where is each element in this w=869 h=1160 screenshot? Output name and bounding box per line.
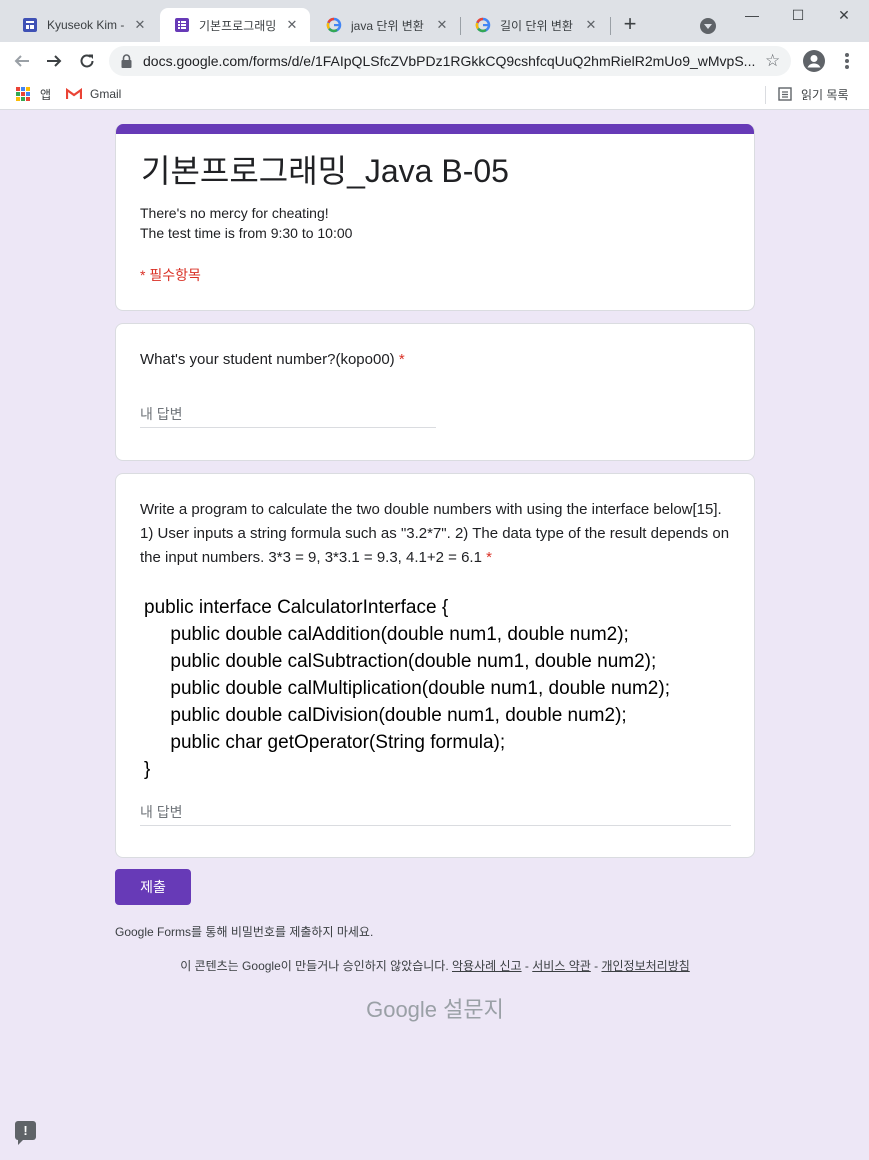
tab-length-search[interactable]: 길이 단위 변환 ✕ xyxy=(461,8,609,42)
new-tab-plus-icon[interactable]: + xyxy=(619,13,641,36)
lock-icon[interactable] xyxy=(121,54,132,73)
form-title: 기본프로그래밍_Java B-05 xyxy=(141,153,509,189)
submit-button[interactable]: 제출 xyxy=(115,869,191,905)
interface-code-image: public interface CalculatorInterface { p… xyxy=(144,597,670,780)
reading-list-icon xyxy=(778,87,792,101)
bookmark-apps[interactable]: 앱 xyxy=(16,85,51,103)
form-description: There's no mercy for cheating! The test … xyxy=(140,203,352,243)
bookmark-star-icon[interactable]: ☆ xyxy=(765,52,780,70)
disclaimer-text: 이 콘텐츠는 Google이 만들거나 승인하지 않았습니다. xyxy=(180,959,449,973)
required-asterisk: * xyxy=(486,549,492,566)
accent-bar xyxy=(116,124,754,134)
brand-google: Google xyxy=(366,997,438,1022)
bookmark-gmail-label: Gmail xyxy=(90,87,122,101)
reading-list[interactable]: 읽기 목록 xyxy=(778,85,849,103)
address-bar[interactable]: docs.google.com/forms/d/e/1FAIpQLSfcZVbP… xyxy=(109,46,791,76)
forward-arrow-icon[interactable] xyxy=(42,49,66,73)
student-number-input[interactable]: 내 답변 xyxy=(140,400,436,428)
maximize-icon[interactable]: ☐ xyxy=(786,6,810,24)
url-text[interactable]: docs.google.com/forms/d/e/1FAIpQLSfcZVbP… xyxy=(143,53,755,69)
google-forms-logo[interactable]: Google 설문지 xyxy=(115,992,755,1024)
report-abuse-link[interactable]: 악용사례 신고 xyxy=(452,959,522,973)
question-text: What's your student number?(kopo00) xyxy=(140,351,395,368)
tab-java-search[interactable]: java 단위 변환 ✕ xyxy=(312,8,460,42)
back-arrow-icon[interactable] xyxy=(10,49,34,73)
brand-product: 설문지 xyxy=(443,997,504,1022)
required-note: * 필수항목 xyxy=(140,267,201,283)
tab-separator xyxy=(610,17,611,35)
forms-layout-icon xyxy=(22,17,38,33)
minimize-icon[interactable]: — xyxy=(740,6,764,24)
google-g-icon xyxy=(475,17,491,33)
reload-icon[interactable] xyxy=(75,49,99,73)
bookmark-gmail[interactable]: Gmail xyxy=(66,85,121,103)
question-title: Write a program to calculate the two dou… xyxy=(140,498,730,570)
footer-disclaimer: 이 콘텐츠는 Google이 만들거나 승인하지 않았습니다. 악용사례 신고 … xyxy=(180,959,690,973)
tab-close-icon[interactable]: ✕ xyxy=(583,17,599,33)
tab-close-icon[interactable]: ✕ xyxy=(284,17,300,33)
bookmarks-bar: 앱 Gmail 읽기 목록 xyxy=(0,80,869,110)
tab-kyuseok[interactable]: Kyuseok Kim - J ✕ xyxy=(8,8,158,42)
close-window-icon[interactable]: ✕ xyxy=(832,6,856,24)
form-description-line: The test time is from 9:30 to 10:00 xyxy=(140,225,353,241)
bookmark-apps-label: 앱 xyxy=(40,87,52,102)
gmail-icon xyxy=(66,88,82,100)
question-text: Write a program to calculate the two dou… xyxy=(140,501,730,566)
report-feedback-icon[interactable]: ! xyxy=(15,1121,36,1145)
question-card-calculator: Write a program to calculate the two dou… xyxy=(115,473,755,858)
required-asterisk: * xyxy=(398,351,405,368)
tab-title: 길이 단위 변환 xyxy=(500,18,573,33)
google-forms-icon xyxy=(174,17,190,33)
google-g-icon xyxy=(326,17,342,33)
terms-of-service-link[interactable]: 서비스 약관 xyxy=(532,959,591,973)
password-warning: Google Forms를 통해 비밀번호를 제출하지 마세요. xyxy=(115,925,374,939)
calculator-answer-input[interactable]: 내 답변 xyxy=(140,798,731,826)
form-description-line: There's no mercy for cheating! xyxy=(140,205,329,221)
tab-strip: Kyuseok Kim - J ✕ 기본프로그래밍 ✕ java 단위 변환 ✕… xyxy=(0,0,869,42)
profile-avatar-icon[interactable] xyxy=(803,50,825,72)
tab-form-active[interactable]: 기본프로그래밍 ✕ xyxy=(160,8,310,42)
tab-title: java 단위 변환 xyxy=(351,18,424,33)
apps-grid-icon xyxy=(16,87,30,101)
tab-close-icon[interactable]: ✕ xyxy=(132,17,148,33)
form-header-card: 기본프로그래밍_Java B-05 There's no mercy for c… xyxy=(115,124,755,311)
question-card-student-number: What's your student number?(kopo00) * 내 … xyxy=(115,323,755,461)
question-title: What's your student number?(kopo00) * xyxy=(140,348,405,372)
privacy-policy-link[interactable]: 개인정보처리방침 xyxy=(601,959,689,973)
reading-list-label: 읽기 목록 xyxy=(801,87,849,102)
browser-toolbar: docs.google.com/forms/d/e/1FAIpQLSfcZVbP… xyxy=(0,42,869,80)
bookmarks-separator xyxy=(765,86,766,104)
tab-close-icon[interactable]: ✕ xyxy=(434,17,450,33)
browser-menu-icon[interactable] xyxy=(838,52,856,70)
tab-title: Kyuseok Kim - J xyxy=(47,18,126,32)
tab-title: 기본프로그래밍 xyxy=(199,18,277,33)
tab-search-icon[interactable] xyxy=(700,18,716,34)
